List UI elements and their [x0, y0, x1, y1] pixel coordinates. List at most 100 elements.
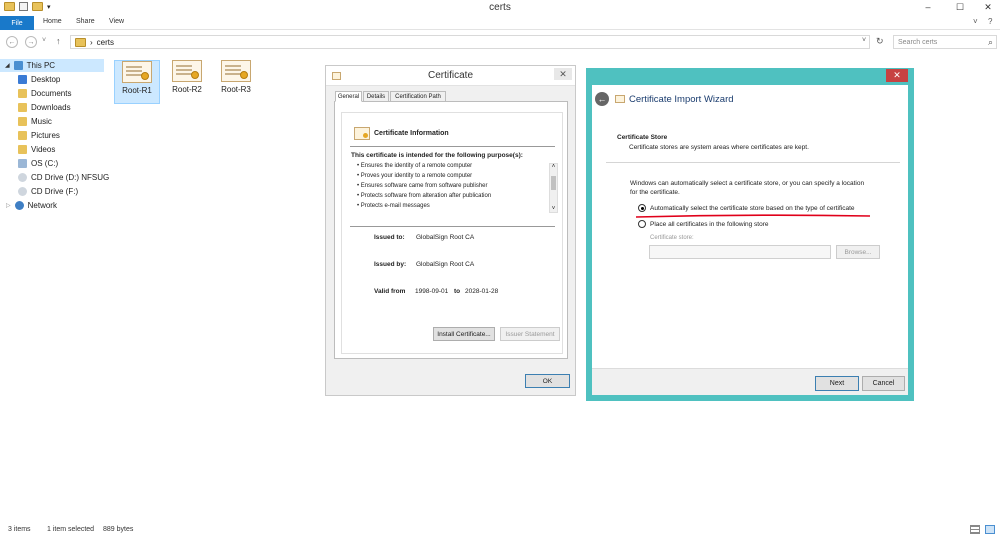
expand-icon[interactable]: ◢ — [5, 62, 10, 69]
nav-item-desktop[interactable]: Desktop — [18, 73, 60, 86]
cancel-button[interactable]: Cancel — [862, 376, 905, 391]
wizard-close-button[interactable]: ✕ — [886, 69, 908, 82]
valid-to-value: 2028-01-28 — [465, 288, 499, 295]
search-input[interactable]: Search certs ⌕ — [893, 35, 997, 49]
browse-button[interactable]: Browse... — [836, 245, 880, 259]
expand-icon[interactable]: ▷ — [6, 202, 11, 209]
desktop-folder-icon — [18, 75, 27, 84]
radio-auto-label: Automatically select the certificate sto… — [650, 204, 855, 212]
status-size: 889 bytes — [103, 526, 134, 533]
list-item: • Proves your identity to a remote compu… — [357, 173, 473, 179]
certificate-info-frame: Certificate Information This certificate… — [341, 112, 563, 354]
certificate-file-icon — [122, 61, 152, 83]
list-item: • Ensures the identity of a remote compu… — [357, 163, 473, 169]
nav-item-label: Downloads — [31, 103, 71, 112]
certificate-file-icon — [172, 60, 202, 82]
wizard-title: Certificate Import Wizard — [629, 94, 734, 105]
maximize-button[interactable]: ☐ — [950, 0, 970, 14]
instruction-text-continued: for the certificate. — [630, 189, 680, 196]
minimize-button[interactable]: – — [918, 0, 938, 14]
cd-drive-icon — [18, 173, 27, 182]
documents-folder-icon — [18, 89, 27, 98]
radio-button[interactable] — [638, 220, 646, 228]
address-box[interactable]: › certs — [70, 35, 870, 49]
pictures-folder-icon — [18, 131, 27, 140]
tab-view[interactable]: View — [109, 18, 124, 25]
issued-by-label: Issued by: — [374, 261, 407, 268]
ribbon-collapse-icon[interactable]: ˅ — [973, 17, 978, 26]
recent-locations-icon[interactable]: ˅ — [42, 37, 46, 44]
certificate-dialog-close-button[interactable]: ✕ — [554, 68, 572, 80]
breadcrumb-certs[interactable]: certs — [97, 38, 114, 47]
address-bar-row: ← → ˅ ↑ › certs ˅ ↻ Search certs ⌕ — [0, 32, 1000, 52]
scroll-up-icon[interactable]: ˄ — [550, 164, 557, 170]
issued-to-value: GlobalSign Root CA — [416, 234, 475, 241]
nav-item-videos[interactable]: Videos — [18, 143, 55, 156]
issuer-statement-button[interactable]: Issuer Statement — [500, 327, 560, 341]
tab-home[interactable]: Home — [43, 18, 62, 25]
status-item-count: 3 items — [8, 526, 31, 533]
drive-icon — [18, 159, 27, 168]
nav-item-network[interactable]: ▷ Network — [6, 199, 57, 212]
certificate-dialog: Certificate ✕ General Details Certificat… — [325, 65, 576, 396]
certificate-import-wizard: ✕ ← Certificate Import Wizard Certificat… — [586, 68, 914, 401]
window-title-bar: ▾ certs – ☐ ✕ — [0, 0, 1000, 16]
list-item: • Ensures software came from software pu… — [357, 183, 488, 189]
scroll-thumb[interactable] — [551, 176, 556, 190]
file-item-root-r3[interactable]: Root-R3 — [213, 60, 259, 104]
nav-item-documents[interactable]: Documents — [18, 87, 71, 100]
nav-item-label: Music — [31, 117, 52, 126]
network-icon — [14, 201, 24, 210]
nav-item-downloads[interactable]: Downloads — [18, 101, 71, 114]
file-tab[interactable]: File — [0, 16, 34, 30]
radio-manual-store[interactable]: Place all certificates in the following … — [638, 220, 769, 228]
radio-button-selected[interactable] — [638, 204, 646, 212]
forward-button[interactable]: → — [25, 36, 37, 48]
certificate-dialog-title: Certificate — [427, 70, 473, 81]
downloads-folder-icon — [18, 103, 27, 112]
address-dropdown-icon[interactable]: ˅ — [862, 37, 866, 44]
nav-item-pictures[interactable]: Pictures — [18, 129, 60, 142]
details-view-icon[interactable] — [970, 525, 980, 534]
section-title: Certificate Store — [617, 134, 668, 141]
back-button[interactable]: ← — [6, 36, 18, 48]
certificate-icon — [615, 95, 625, 103]
status-selection: 1 item selected — [47, 526, 95, 533]
refresh-icon[interactable]: ↻ — [876, 36, 884, 47]
videos-folder-icon — [18, 145, 27, 154]
computer-icon — [13, 61, 23, 70]
up-button[interactable]: ↑ — [56, 36, 61, 46]
wizard-content: ← Certificate Import Wizard Certificate … — [592, 85, 908, 395]
ok-button[interactable]: OK — [525, 374, 570, 388]
nav-item-os-c[interactable]: OS (C:) — [18, 157, 58, 170]
help-icon[interactable]: ? — [988, 17, 992, 26]
valid-from-value: 1998-09-01 — [415, 288, 449, 295]
red-underline-annotation — [635, 214, 871, 218]
wizard-footer: Next Cancel — [592, 368, 908, 395]
nav-item-cd-drive-f[interactable]: CD Drive (F:) — [18, 185, 78, 198]
certificate-store-field[interactable] — [649, 245, 831, 259]
radio-manual-label: Place all certificates in the following … — [650, 220, 769, 228]
status-bar: 3 items 1 item selected 889 bytes — [0, 522, 1000, 539]
next-button[interactable]: Next — [815, 376, 859, 391]
nav-item-label: OS (C:) — [31, 159, 59, 168]
nav-item-cd-drive-d[interactable]: CD Drive (D:) NFSUG — [18, 171, 109, 184]
tab-share[interactable]: Share — [76, 18, 95, 25]
nav-item-label: Documents — [31, 89, 72, 98]
tab-general[interactable]: General — [335, 91, 362, 102]
radio-auto-select[interactable]: Automatically select the certificate sto… — [638, 204, 855, 212]
file-item-root-r1[interactable]: Root-R1 — [114, 60, 160, 104]
valid-from-label: Valid from — [374, 288, 406, 295]
file-name: Root-R1 — [122, 86, 152, 95]
wizard-back-button[interactable]: ← — [595, 92, 609, 106]
instruction-text: Windows can automatically select a certi… — [630, 180, 865, 187]
install-certificate-button[interactable]: Install Certificate... — [433, 327, 495, 341]
purpose-scrollbar[interactable]: ˄ ˅ — [549, 163, 558, 213]
large-icons-view-icon[interactable] — [985, 525, 995, 534]
file-item-root-r2[interactable]: Root-R2 — [164, 60, 210, 104]
scroll-down-icon[interactable]: ˅ — [550, 206, 557, 212]
navigation-pane: ◢ This PC Desktop Documents Downloads Mu… — [0, 56, 109, 516]
close-button[interactable]: ✕ — [978, 0, 998, 14]
nav-item-music[interactable]: Music — [18, 115, 52, 128]
nav-item-this-pc[interactable]: ◢ This PC — [0, 59, 104, 72]
